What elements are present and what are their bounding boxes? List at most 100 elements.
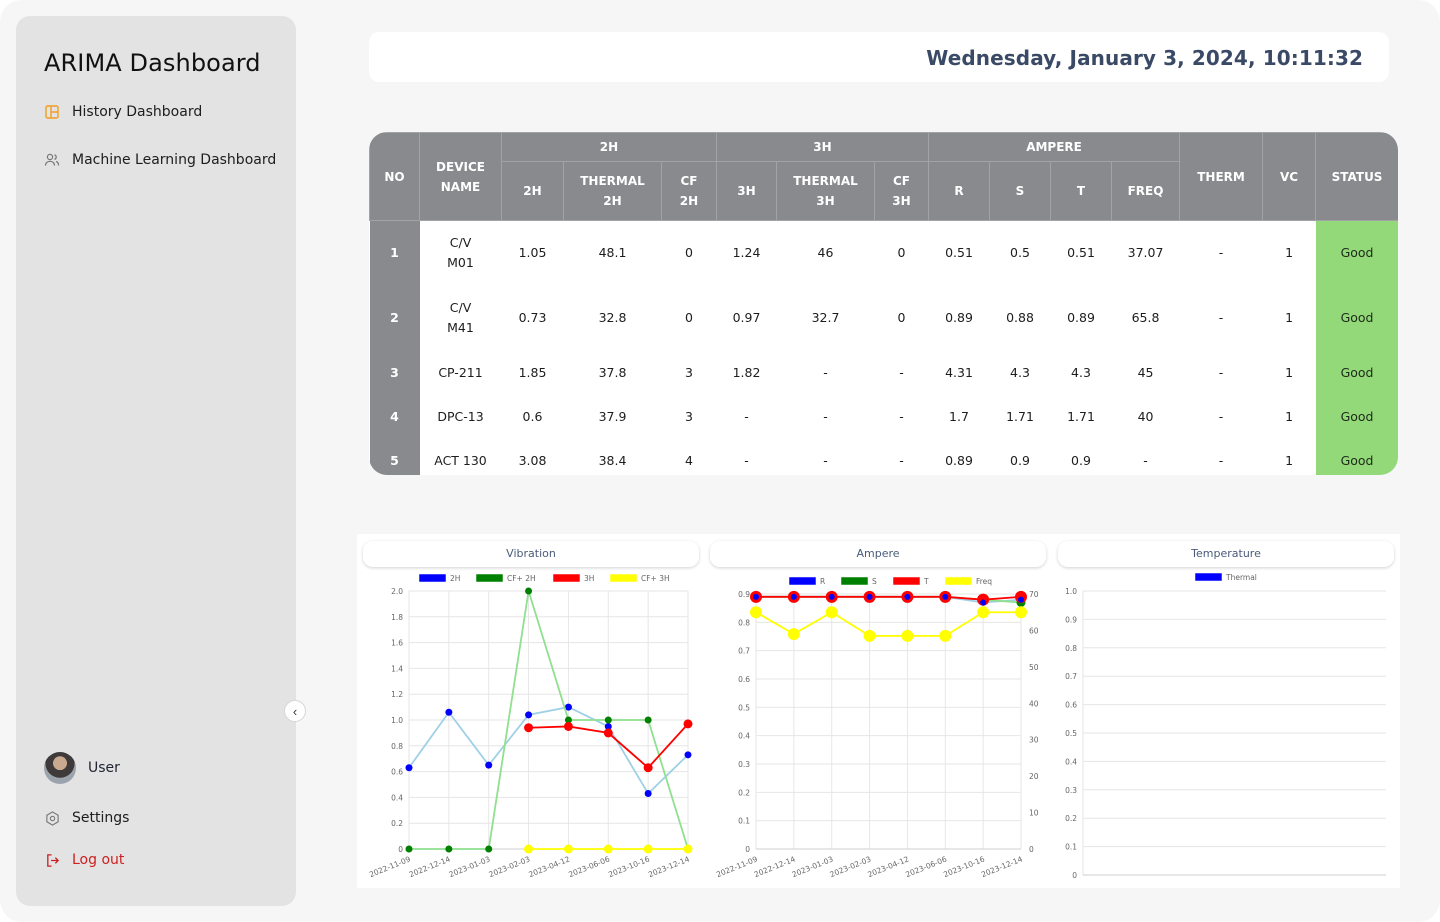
y-tick-label: 1.4 [391,664,403,673]
cell-th2h: 37.8 [598,364,627,380]
cell-r: 4.31 [945,364,973,380]
cell-vc: 1 [1285,408,1294,424]
cell-vc: 1 [1285,310,1294,325]
data-point [445,845,453,853]
y-tick-label: 0.9 [1065,615,1077,624]
user-profile[interactable]: User [44,752,120,784]
header-r: R [928,161,990,221]
y-tick-label: 0.5 [1065,729,1077,738]
header-group-2h: 2H [501,132,717,162]
data-point [904,593,911,600]
cell-therm: - [1218,452,1224,468]
y-tick-label: 0.8 [391,742,403,751]
cell-s: 0.88 [1006,310,1034,325]
y-tick-label: 1.8 [391,613,403,622]
header-2h: 2H [501,161,564,221]
data-point [866,593,873,600]
x-tick-label: 2023-12-14 [647,854,691,879]
x-tick-label: 2023-01-03 [791,854,835,879]
users-icon [44,152,60,168]
cell-v3h: 1.82 [732,364,761,380]
data-point [753,593,759,600]
data-point [643,763,653,773]
cell-freq: 40 [1137,408,1154,424]
cell-th2h: 48.1 [598,245,627,261]
y-tick-label: 0.3 [1065,786,1077,795]
header-group-3h: 3H [716,132,929,162]
cell-vc: 1 [1285,452,1294,468]
table-row[interactable]: 4 DPC-13 0.6 37.9 3 - - - 1.7 1.71 1.71 40 - 1 Good [369,394,1398,439]
legend-swatch [944,576,973,586]
nav-ml-dashboard[interactable]: Machine Learning Dashboard [44,152,276,168]
x-tick-label: 2022-12-14 [753,854,797,879]
logout-icon [44,852,60,868]
data-point [683,719,693,729]
table-row[interactable]: 2 C/V M41 0.73 32.8 0 0.97 32.7 0 0.89 0.88 0.89 65.… [369,285,1398,351]
cell-t: 4.3 [1071,364,1091,380]
legend-label: S [872,577,877,586]
data-point [563,721,573,731]
y-tick-label: 0 [398,845,403,854]
device-name-cell: C/V M01 [447,235,474,271]
cell-cf2h: 0 [685,310,693,325]
table-row[interactable]: 5 ACT 130 3.08 38.4 4 - - - 0.89 0.9 0.9 - - 1 Good [369,438,1398,475]
legend-label: CF+ 3H [641,574,670,583]
logout-link[interactable]: Log out [44,852,124,868]
charts-panel: Vibration Ampere Temperature 0 0.2 0.4 0.6 0… [357,534,1400,888]
legend-swatch [609,573,638,583]
y-tick-label: 0.7 [1065,672,1077,681]
cell-t: 1.71 [1067,408,1095,424]
cell-v2h: 1.05 [518,245,547,261]
cell-cf3h: - [899,364,904,380]
nav-history-label: History Dashboard [72,104,203,120]
y-tick-label: 0.4 [391,793,403,802]
y-tick-label: 0.8 [1065,644,1077,653]
data-point [525,711,533,719]
cell-s: 0.5 [1010,245,1030,261]
cell-cf2h: 0 [685,245,693,261]
header-device-name: DEVICE NAME [419,132,502,221]
x-tick-label: 2023-12-14 [980,854,1024,879]
legend-label: CF+ 2H [507,574,536,583]
settings-link[interactable]: Settings [44,810,129,826]
legend-label: R [820,577,825,586]
header-thermal-3h: THERMAL 3H [776,161,875,221]
x-tick-label: 2023-02-03 [829,854,873,879]
y-tick-label: 0.1 [738,817,750,826]
cell-v3h: 0.97 [732,310,761,325]
legend-swatch [475,573,504,583]
cell-v2h: 0.6 [522,408,543,424]
data-point [980,599,987,606]
cell-therm: - [1218,310,1224,325]
cell-cf2h: 4 [685,452,693,468]
avatar [44,752,76,784]
y-tick-label: 0.8 [738,618,750,627]
row-number: 2 [369,285,420,351]
x-tick-label: 2023-04-12 [527,854,571,879]
header-t: T [1050,161,1112,221]
x-tick-label: 2023-06-06 [567,854,611,879]
x-tick-label: 2023-02-03 [488,854,532,879]
status-badge: Good [1315,350,1398,395]
nav-ml-label: Machine Learning Dashboard [72,152,277,168]
cell-t: 0.89 [1067,310,1095,325]
data-point [405,845,413,853]
data-point [485,845,493,853]
data-point [1018,596,1024,603]
table-row[interactable]: 3 CP-211 1.85 37.8 3 1.82 - - 4.31 4.3 4.3 45 - 1 Good [369,350,1398,395]
legend-swatch [892,576,921,586]
legend-label: Thermal [1225,573,1257,582]
collapse-sidebar-button[interactable]: ‹ [284,700,306,722]
y2-tick-label: 20 [1029,772,1039,781]
table-row[interactable]: 1 C/V M01 1.05 48.1 0 1.24 46 0 0.51 0.5 0.51 37.07 -… [369,220,1398,286]
status-badge: Good [1315,438,1398,475]
y2-tick-label: 40 [1029,699,1039,708]
nav-history-dashboard[interactable]: History Dashboard [44,104,202,120]
app-window: ARIMA Dashboard History Dashboard Machin… [0,0,1440,922]
data-point [977,606,990,619]
y2-tick-label: 30 [1029,736,1039,745]
cell-cf3h: 0 [897,245,906,261]
cell-th3h: 46 [817,245,834,261]
dashboard-icon [44,104,60,120]
cell-v3h: - [744,408,749,424]
